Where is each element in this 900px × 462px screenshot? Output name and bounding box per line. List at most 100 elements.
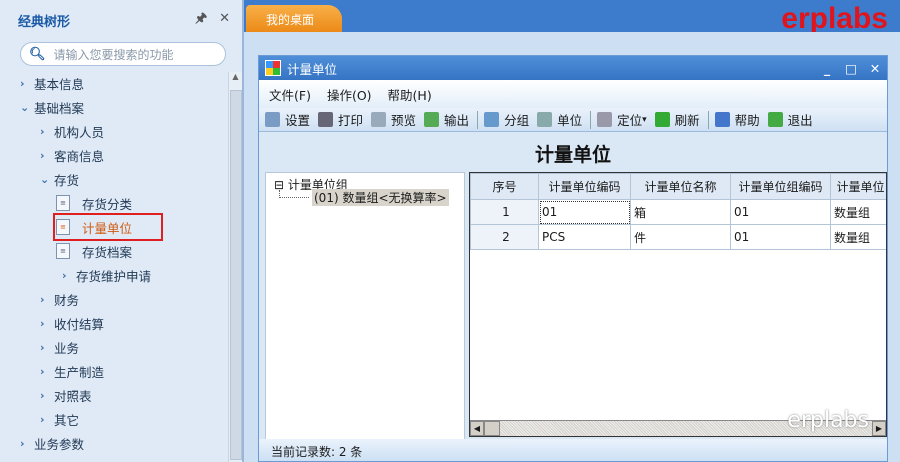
scroll-up-icon[interactable]: ▲ [229,72,242,88]
toolbar-label: 预览 [391,113,417,128]
sidebar: 经典树形 🖈 ✕ 🔍︎ 请输入您要搜索的功能 › 基本信息 ⌄ 基础档案 › 机构人员 › 客商信… [0,0,244,462]
chevron-right-icon: › [40,316,45,330]
menu-file[interactable]: 文件(F) [269,85,311,104]
sidebar-scrollbar[interactable]: ▲ [228,72,242,462]
toolbar-label: 退出 [787,113,813,128]
close-icon[interactable]: ✕ [219,11,230,26]
sidebar-item[interactable]: › 收付结算 [40,312,104,334]
minimize-icon[interactable]: _ [815,61,839,76]
toolbar-label: 定位 [617,113,643,128]
toolbar-separator [590,110,592,129]
status-bar: 当前记录数: 2 条 [259,439,887,461]
table-cell[interactable]: 01 [730,199,831,225]
export-button[interactable]: 输出 [424,110,469,129]
help-icon [714,112,730,127]
refresh-button[interactable]: 刷新 [654,110,700,129]
sidebar-item[interactable]: › 机构人员 [40,120,104,142]
chevron-right-icon: › [20,76,25,90]
menu-operate[interactable]: 操作(O) [327,85,372,104]
pin-icon[interactable]: 🖈 [195,11,207,26]
toolbar-separator [707,110,709,129]
group-button[interactable]: 分组 [484,110,529,129]
sidebar-header: 经典树形 🖈 ✕ [8,6,240,34]
locate-icon [597,112,613,127]
sidebar-item-label: 业务 [54,340,80,356]
window-title: 计量单位 [287,61,338,77]
table-cell[interactable]: 2 [470,224,539,250]
sidebar-item[interactable]: › 财务 [40,288,79,310]
print-button[interactable]: 打印 [318,110,363,129]
exit-button[interactable]: 退出 [767,110,813,129]
toolbar-label: 输出 [444,113,470,128]
table-cell[interactable]: 箱 [630,199,731,225]
sidebar-item-label: 存货 [54,172,80,188]
document-icon: ≡ [56,219,70,235]
sidebar-item[interactable]: › 其它 [40,408,79,430]
sidebar-item[interactable]: › 业务 [40,336,79,358]
sidebar-item[interactable]: ≡ 计量单位 [52,213,164,241]
unit-icon [537,112,553,127]
toolbar-label: 分组 [504,113,530,128]
scroll-thumb-h[interactable] [484,421,500,436]
table-cell[interactable]: 数量组 [830,199,886,225]
scroll-right-icon[interactable]: ▶ [872,421,886,436]
sidebar-item[interactable]: ≡ 存货档案 [56,240,132,262]
settings-button[interactable]: 设置 [265,110,310,129]
sidebar-item[interactable]: › 生产制造 [40,360,104,382]
tab-desktop[interactable]: 我的桌面 [246,5,342,32]
sidebar-item-label: 财务 [54,292,80,308]
sidebar-item-label: 存货维护申请 [76,268,152,284]
sidebar-item-label: 其它 [54,412,80,428]
table-cell[interactable]: 1 [470,199,539,225]
table-cell[interactable]: 01 [538,199,631,225]
toolbar-label: 设置 [285,113,311,128]
tree-node-group[interactable]: (01) 数量组<无换算率> [312,189,449,206]
group-icon [484,112,500,127]
sidebar-item[interactable]: › 业务参数 [20,432,84,454]
sidebar-item[interactable]: ≡ 存货分类 [56,192,132,214]
sidebar-item[interactable]: › 对照表 [40,384,92,406]
sidebar-item-label: 计量单位 [82,220,133,236]
preview-button[interactable]: 预览 [371,110,416,129]
table-row[interactable]: 2 PCS 件 01 数量组 [470,224,886,250]
column-header[interactable]: 序号 [470,173,539,200]
close-window-icon[interactable]: ✕ [863,61,887,76]
table-row[interactable]: 1 01 箱 01 数量组 [470,199,886,225]
column-header[interactable]: 计量单位组编码 [730,173,831,200]
sidebar-item[interactable]: › 存货维护申请 [62,264,151,286]
chevron-right-icon: › [40,364,45,378]
chevron-right-icon: › [62,268,67,282]
export-icon [424,112,440,127]
unit-group-tree: ⊟ 计量单位组 (01) 数量组<无换算率> [265,172,465,452]
table-cell[interactable]: 数量组 [830,224,886,250]
maximize-icon[interactable]: □ [839,61,863,76]
column-header[interactable]: 计量单位编码 [538,173,631,200]
sidebar-item-label: 对照表 [54,388,92,404]
tree-connector [279,190,309,198]
sidebar-item[interactable]: › 客商信息 [40,144,104,166]
sidebar-item[interactable]: ⌄ 存货 [40,168,79,190]
table-cell[interactable]: PCS [538,224,631,250]
locate-button[interactable]: 定位 ▾ [597,110,647,129]
toolbar-label: 刷新 [674,113,700,128]
exit-icon [767,112,783,127]
table-cell[interactable]: 01 [730,224,831,250]
table-cell[interactable]: 件 [630,224,731,250]
unit-button[interactable]: 单位 [537,110,582,129]
sidebar-item[interactable]: ⌄ 基础档案 [20,96,84,118]
column-header[interactable]: 计量单位 [830,173,886,200]
help-button[interactable]: 帮助 [714,110,760,129]
scroll-thumb[interactable] [230,90,242,460]
scroll-left-icon[interactable]: ◀ [470,421,484,436]
sidebar-item-label: 收付结算 [54,316,105,332]
sidebar-item[interactable]: › 基本信息 [20,72,84,94]
column-header[interactable]: 计量单位名称 [630,173,731,200]
page-title: 计量单位 [534,144,611,166]
toolbar-separator [477,110,479,129]
document-icon: ≡ [56,195,70,211]
dropdown-icon[interactable]: ▾ [642,115,647,125]
function-tree: › 基本信息 ⌄ 基础档案 › 机构人员 › 客商信息 ⌄ 存货 ≡ 存货分类 ≡ 计量单位 ≡ 存货档案 › 存… [8,72,228,462]
menu-help[interactable]: 帮助(H) [388,85,432,104]
sidebar-item-label: 存货分类 [82,196,133,212]
search-input[interactable]: 🔍︎ 请输入您要搜索的功能 [20,42,226,66]
